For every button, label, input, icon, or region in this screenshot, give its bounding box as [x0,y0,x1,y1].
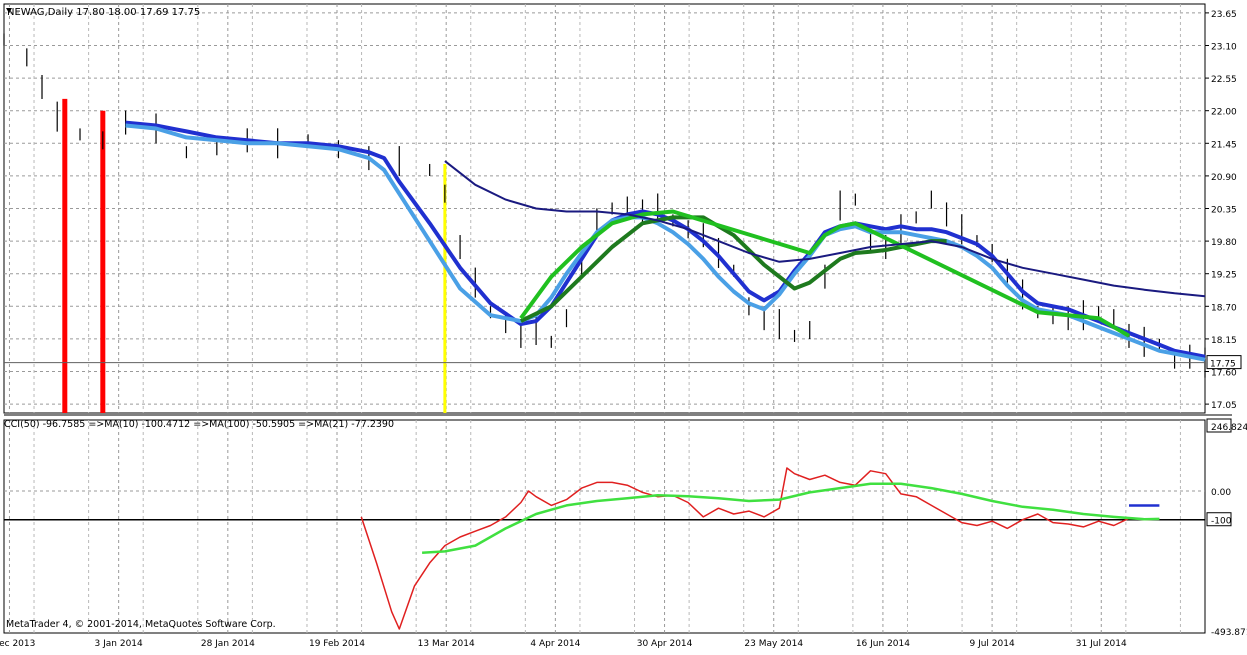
date-tick-label: 4 Apr 2014 [530,639,580,649]
price-tick-label: 22.00 [1211,108,1237,118]
date-tick-label: 30 Apr 2014 [637,639,693,649]
price-tick-label: 19.25 [1211,271,1237,281]
main-chart-header: NEWAG,Daily 17.80 18.00 17.69 17.75 [7,7,200,18]
price-tick-label: 17.05 [1211,401,1237,411]
chart-canvas[interactable]: 23.65 23.10 22.55 22.00 21.45 20.90 20.35 19.80… [0,0,1247,651]
cci-axis-label: 0.00 [1211,488,1231,498]
date-tick-label: 31 Jul 2014 [1076,639,1127,649]
date-tick-label: 19 Feb 2014 [309,639,365,649]
date-tick-label: 23 May 2014 [744,639,803,649]
ma-line-2 [125,123,1206,362]
price-tick-label: 19.80 [1211,238,1237,248]
date-tick-label: 3 Jan 2014 [95,639,143,649]
price-tick-label: 20.90 [1211,173,1237,183]
price-tick-label: 17.60 [1211,369,1237,379]
price-tick-label: 22.55 [1211,75,1237,85]
indicator-header: CCI(50) -96.7585 =>MA(10) -100.4712 =>MA… [4,419,394,430]
price-tick-label: 20.35 [1211,206,1237,216]
cci-line-0 [360,467,1160,630]
copyright-text: MetaTrader 4, © 2001-2014, MetaQuotes So… [6,619,276,630]
current-price-label: 17.75 [1210,360,1236,370]
indicator-panel-frame [3,419,1206,634]
date-tick-label: 28 Jan 2014 [201,639,255,649]
ma-line-1 [125,120,1206,359]
cci-axis-label: -100 [1211,517,1232,527]
date-tick-label: 16 Jun 2014 [856,639,910,649]
cci-axis-label: -493.8713 [1211,628,1247,638]
price-tick-label: 23.10 [1211,42,1237,52]
price-tick-label: 23.65 [1211,10,1237,20]
cci-axis-label: 246.8246 [1211,423,1247,433]
cci-series-layer [360,467,1160,630]
price-tick-label: 18.70 [1211,303,1237,313]
chart-grid [3,3,1232,634]
price-series-layer [3,33,1206,413]
date-tick-label: 9 Jul 2014 [969,639,1014,649]
price-tick-label: 21.45 [1211,140,1237,150]
metatrader-chart-window[interactable]: 23.65 23.10 22.55 22.00 21.45 20.90 20.35 19.80… [0,0,1247,651]
date-tick-label: 13 Mar 2014 [418,639,475,649]
axis-labels-layer: 23.65 23.10 22.55 22.00 21.45 20.90 20.35 19.80… [0,8,1247,649]
date-tick-label: 5 Dec 2013 [0,639,35,649]
price-tick-label: 18.15 [1211,336,1237,346]
